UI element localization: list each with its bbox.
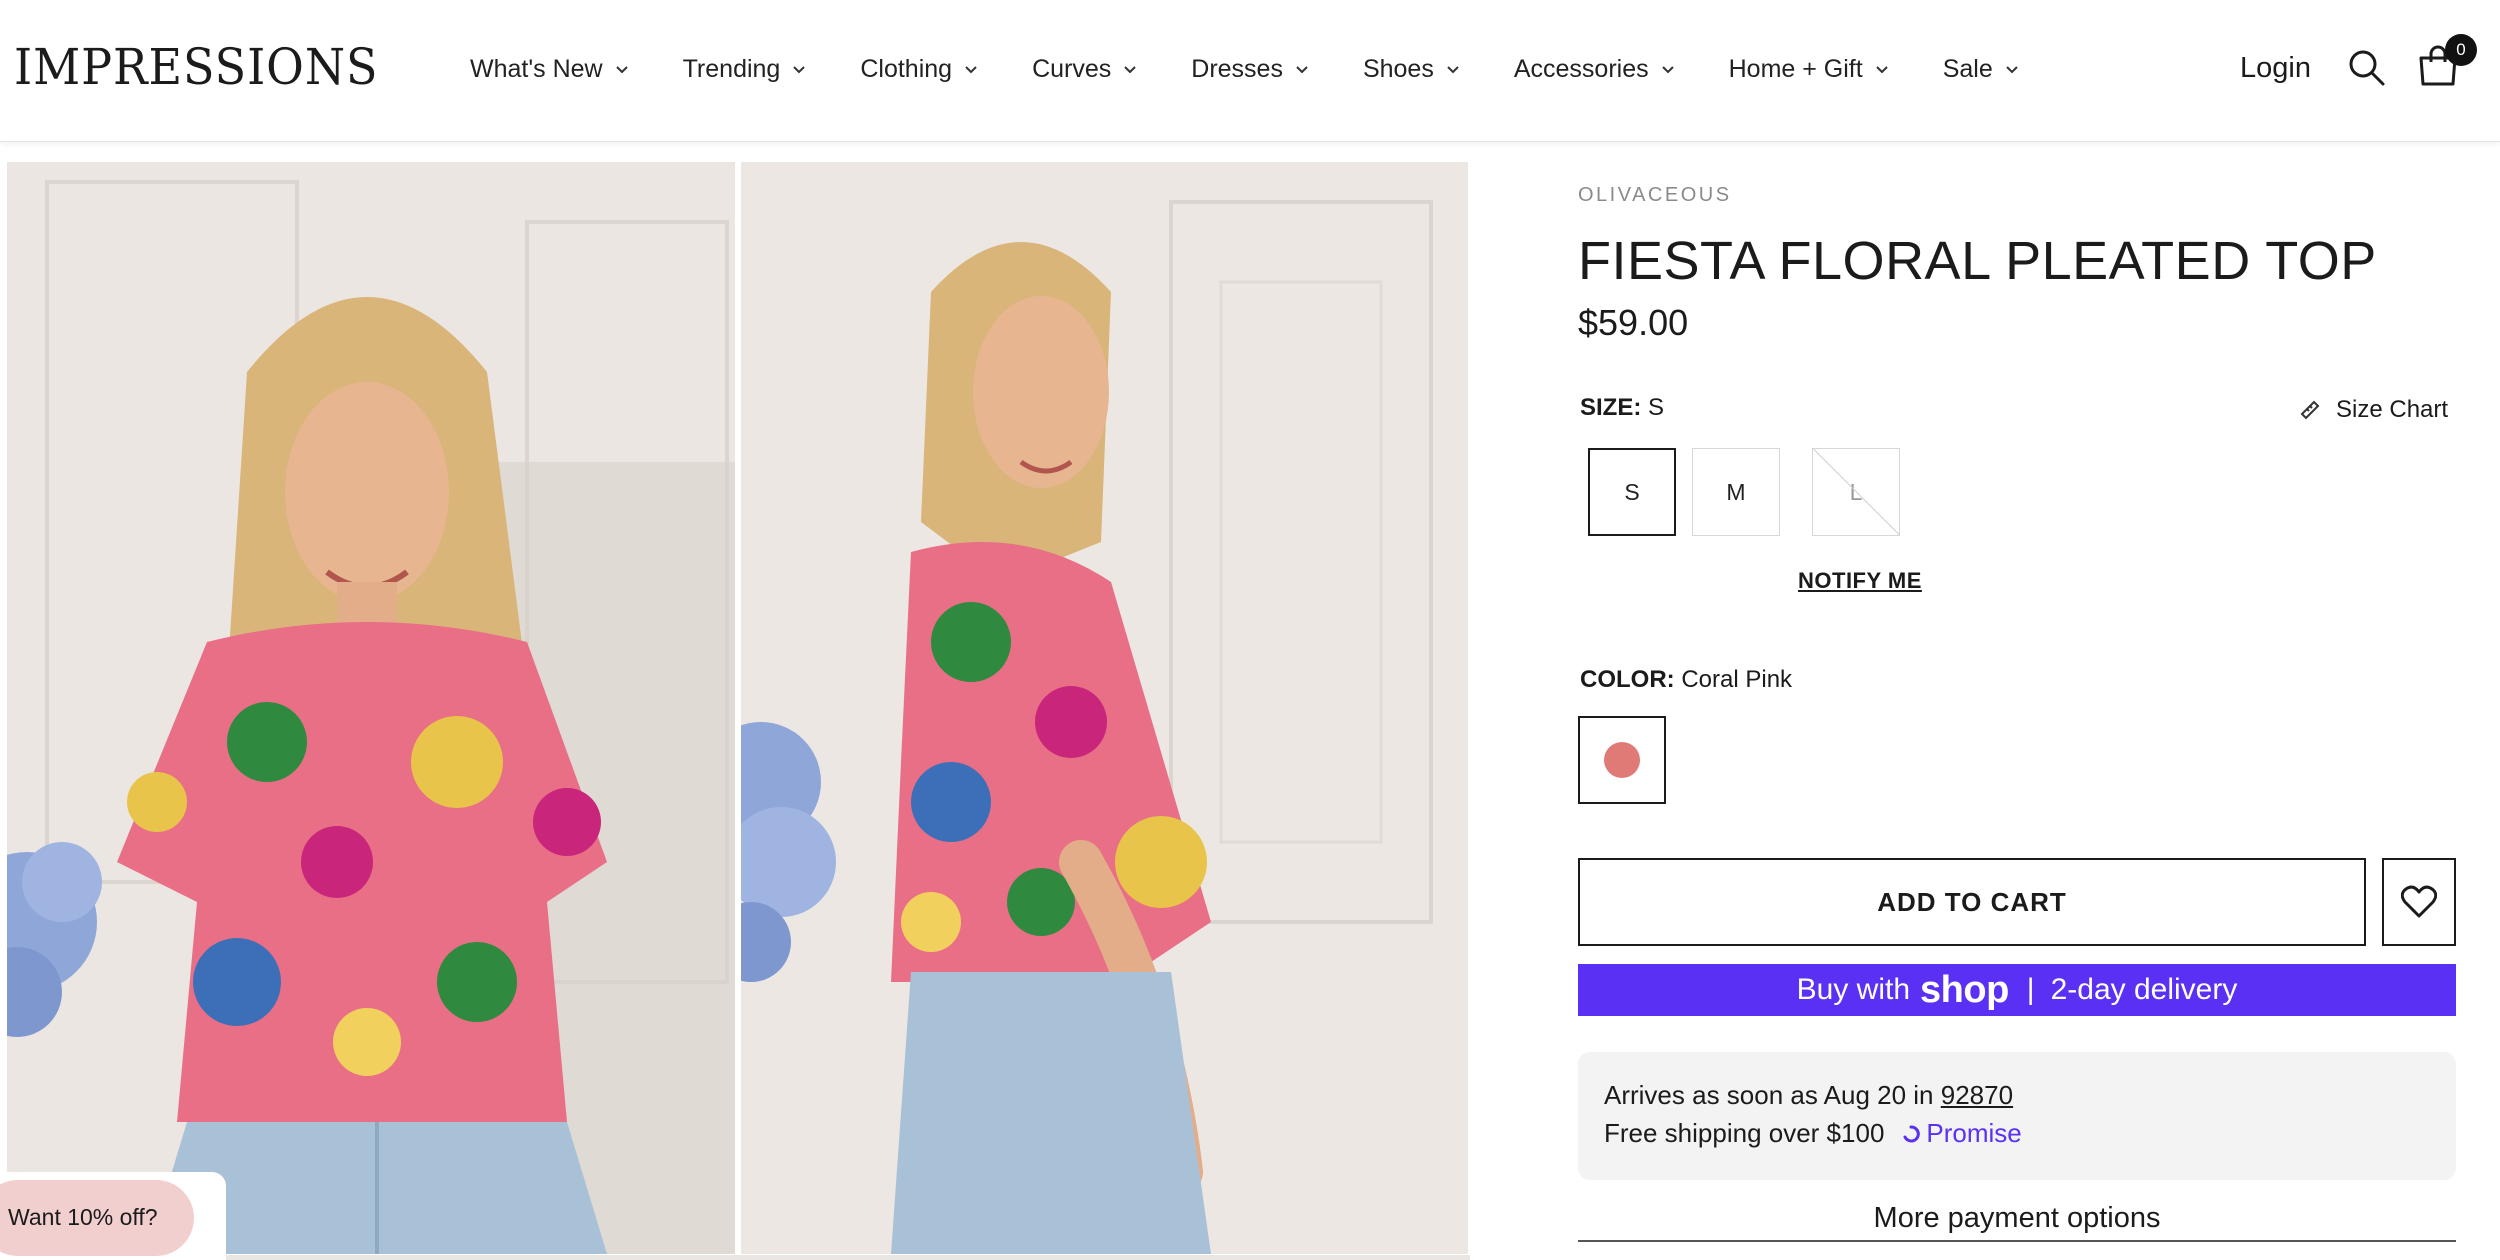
main-nav: What's New Trending Clothing Curves Dres… (470, 0, 2073, 138)
selected-size: S (1648, 394, 1665, 421)
nav-item-label: Curves (1032, 54, 1112, 83)
nav-item-accessories[interactable]: Accessories (1514, 55, 1675, 84)
more-payment-options-link[interactable]: More payment options (1578, 1202, 2456, 1235)
product-vendor[interactable]: OLIVACEOUS (1578, 184, 1732, 207)
color-swatch-coral-pink[interactable] (1578, 716, 1666, 804)
size-label: SIZE: S (1580, 394, 1664, 422)
nav-item-trending[interactable]: Trending (683, 55, 807, 84)
free-shipping-text: Free shipping over $100 (1604, 1118, 1885, 1148)
nav-item-label: Home + Gift (1728, 54, 1863, 83)
nav-item-label: Dresses (1191, 54, 1283, 83)
product-photo-side[interactable] (741, 162, 1468, 1254)
nav-item-home-gift[interactable]: Home + Gift (1729, 55, 1889, 84)
nav-item-label: Shoes (1362, 54, 1434, 83)
add-to-cart-button[interactable]: ADD TO CART (1578, 858, 2366, 946)
size-option-m[interactable]: M (1692, 448, 1780, 536)
arrival-estimate: Arrives as soon as Aug 20 in 92870 (1604, 1080, 2013, 1111)
size-chart-link[interactable]: Size Chart (2298, 396, 2448, 424)
search-icon[interactable] (2347, 48, 2387, 88)
site-header: IMPRESSIONS What's New Trending Clothing… (0, 0, 2500, 142)
size-chart-label: Size Chart (2336, 396, 2449, 423)
login-link[interactable]: Login (2240, 52, 2311, 85)
promise-label: Promise (1926, 1118, 2022, 1148)
nav-item-label: Trending (682, 54, 781, 83)
size-option-l[interactable]: L (1812, 448, 1900, 536)
zip-code-link[interactable]: 92870 (1941, 1080, 2013, 1110)
shop-pay-logo: shop (1920, 968, 2009, 1011)
more-payment-underline (1578, 1240, 2456, 1242)
shop-pay-divider: | (2026, 973, 2035, 1006)
shop-pay-button[interactable]: Buy with shop | 2-day delivery (1578, 964, 2456, 1016)
promise-icon (1903, 1125, 1921, 1142)
discount-popup-button[interactable]: Want 10% off? (0, 1180, 194, 1256)
chevron-down-icon (1661, 62, 1675, 76)
chevron-down-icon (964, 62, 978, 76)
color-label: COLOR: Coral Pink (1580, 666, 1792, 694)
nav-item-clothing[interactable]: Clothing (860, 55, 978, 84)
product-price: $59.00 (1578, 302, 1689, 343)
nav-item-label: Accessories (1513, 54, 1649, 83)
size-label-text: SIZE: (1580, 394, 1642, 421)
chevron-down-icon (1875, 62, 1889, 76)
selected-color: Coral Pink (1681, 666, 1793, 693)
chevron-down-icon (1123, 62, 1137, 76)
chevron-down-icon (1446, 62, 1460, 76)
shop-promise-link[interactable]: Promise (1902, 1118, 2022, 1149)
chevron-down-icon (1295, 62, 1309, 76)
chevron-down-icon (615, 62, 629, 76)
nav-item-shoes[interactable]: Shoes (1363, 55, 1460, 84)
product-photo-front[interactable] (7, 162, 735, 1254)
cart-count-badge[interactable]: 0 (2445, 34, 2477, 66)
wishlist-button[interactable] (2382, 858, 2456, 946)
color-label-text: COLOR: (1580, 666, 1675, 693)
sold-out-slash (1813, 449, 1899, 535)
nav-item-sale[interactable]: Sale (1943, 55, 2019, 84)
ruler-icon (2298, 398, 2322, 422)
color-swatch-dot (1604, 742, 1640, 778)
site-logo[interactable]: IMPRESSIONS (14, 38, 378, 96)
nav-item-label: What's New (470, 54, 603, 83)
chevron-down-icon (2005, 62, 2019, 76)
nav-item-label: Sale (1942, 54, 1993, 83)
nav-item-label: Clothing (860, 54, 953, 83)
product-title: FIESTA FLORAL PLEATED TOP (1578, 231, 2377, 291)
arrival-text: Arrives as soon as Aug 20 in (1604, 1080, 1934, 1110)
nav-item-dresses[interactable]: Dresses (1191, 55, 1309, 84)
nav-item-whats-new[interactable]: What's New (470, 55, 629, 84)
size-option-s[interactable]: S (1588, 448, 1676, 536)
shop-pay-prefix: Buy with (1796, 973, 1911, 1006)
product-gallery (0, 142, 1475, 1260)
delivery-estimate-box: Arrives as soon as Aug 20 in 92870 Free … (1578, 1052, 2456, 1180)
notify-me-link[interactable]: NOTIFY ME (1798, 568, 1922, 594)
heart-icon (2401, 885, 2437, 918)
nav-item-curves[interactable]: Curves (1032, 55, 1137, 84)
chevron-down-icon (792, 62, 806, 76)
discount-popup-label: Want 10% off? (8, 1204, 158, 1230)
free-shipping-row: Free shipping over $100 Promise (1604, 1118, 2022, 1149)
shop-pay-suffix: 2-day delivery (2050, 973, 2238, 1006)
